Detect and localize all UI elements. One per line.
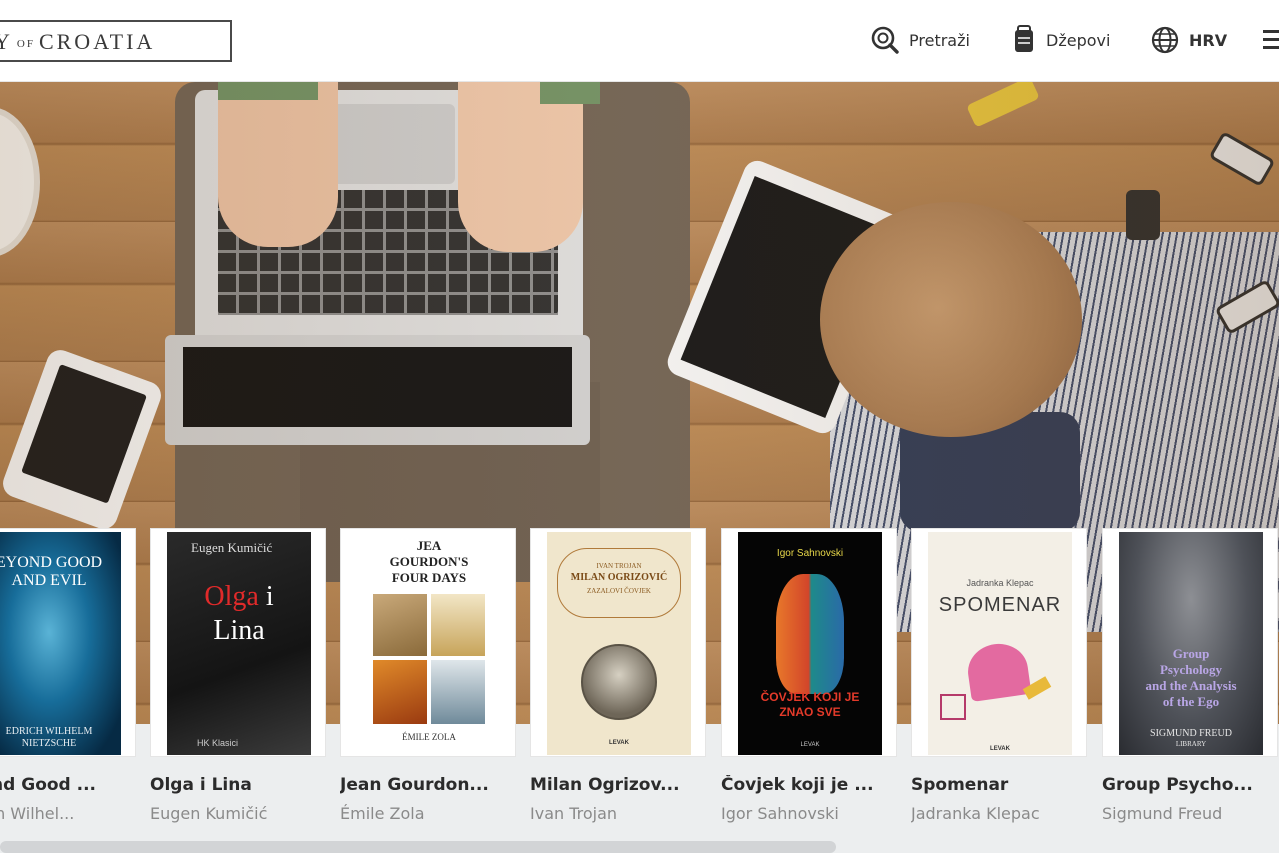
- hamburger-menu-icon[interactable]: [1263, 30, 1279, 50]
- book-author[interactable]: ...rich Wilhel...: [0, 804, 136, 823]
- globe-icon: [1151, 26, 1179, 54]
- logo-text: Y OF CROATIA: [0, 29, 156, 54]
- search-nav-button[interactable]: Pretraži: [871, 24, 970, 56]
- book-card[interactable]: Jadranka Klepac SPOMENAR LEVAK Spomenar …: [911, 528, 1087, 823]
- book-cover-card[interactable]: Group Psychology and the Analysis of the…: [1102, 528, 1278, 757]
- book-cover: Jadranka Klepac SPOMENAR LEVAK: [928, 532, 1072, 755]
- book-cover: Igor Sahnovski ČOVJEK KOJI JE ZNAO SVE L…: [738, 532, 882, 755]
- book-author[interactable]: Igor Sahnovski: [721, 804, 897, 823]
- book-author[interactable]: Eugen Kumičić: [150, 804, 326, 823]
- book-card[interactable]: Eugen Kumičić Olga i Lina HK Klasici Olg…: [150, 528, 326, 823]
- book-card[interactable]: Group Psychology and the Analysis of the…: [1102, 528, 1278, 823]
- pockets-nav-label: Džepovi: [1046, 30, 1111, 50]
- book-card[interactable]: IVAN TROJAN MILAN OGRIZOVIĆ ZAZALOVI ČOV…: [530, 528, 706, 823]
- book-title[interactable]: Jean Gourdon...: [340, 775, 516, 795]
- book-cover-card[interactable]: Eugen Kumičić Olga i Lina HK Klasici: [150, 528, 326, 757]
- search-icon: [871, 26, 899, 54]
- book-cover-card[interactable]: Igor Sahnovski ČOVJEK KOJI JE ZNAO SVE L…: [721, 528, 897, 757]
- book-cover: Eugen Kumičić Olga i Lina HK Klasici: [167, 532, 311, 755]
- book-title[interactable]: Milan Ogrizov...: [530, 775, 706, 795]
- carousel-scrollbar[interactable]: [0, 841, 836, 853]
- book-cover-card[interactable]: IVAN TROJAN MILAN OGRIZOVIĆ ZAZALOVI ČOV…: [530, 528, 706, 757]
- book-card[interactable]: JEA GOURDON'S FOUR DAYS ÉMILE ZOLA Jean …: [340, 528, 516, 823]
- book-author[interactable]: Sigmund Freud: [1102, 804, 1278, 823]
- book-author[interactable]: Émile Zola: [340, 804, 516, 823]
- book-cover-card[interactable]: JEA GOURDON'S FOUR DAYS ÉMILE ZOLA: [340, 528, 516, 757]
- book-title[interactable]: Spomenar: [911, 775, 1087, 795]
- site-logo[interactable]: Y OF CROATIA: [0, 20, 232, 62]
- book-author[interactable]: Jadranka Klepac: [911, 804, 1087, 823]
- language-label: HRV: [1189, 30, 1228, 50]
- site-header: Y OF CROATIA Pretraži Džepovi HRV: [0, 0, 1279, 82]
- book-title[interactable]: Čovjek koji je ...: [721, 775, 897, 795]
- book-cover: Group Psychology and the Analysis of the…: [1119, 532, 1263, 755]
- search-nav-label: Pretraži: [909, 30, 970, 50]
- pocket-bag-icon: [1015, 25, 1033, 52]
- book-cover-card[interactable]: Jadranka Klepac SPOMENAR LEVAK: [911, 528, 1087, 757]
- book-cover: IVAN TROJAN MILAN OGRIZOVIĆ ZAZALOVI ČOV…: [547, 532, 691, 755]
- book-title[interactable]: ...ond Good ...: [0, 775, 136, 795]
- book-card[interactable]: EYOND GOOD AND EVIL EDRICH WILHELM NIETZ…: [0, 528, 136, 823]
- book-cover: JEA GOURDON'S FOUR DAYS ÉMILE ZOLA: [357, 532, 501, 755]
- book-cover: EYOND GOOD AND EVIL EDRICH WILHELM NIETZ…: [0, 532, 121, 755]
- book-title[interactable]: Group Psycho...: [1102, 775, 1278, 795]
- language-selector[interactable]: HRV: [1151, 24, 1227, 56]
- book-title[interactable]: Olga i Lina: [150, 775, 326, 795]
- pockets-nav-button[interactable]: Džepovi: [1012, 24, 1110, 56]
- book-cover-card[interactable]: EYOND GOOD AND EVIL EDRICH WILHELM NIETZ…: [0, 528, 136, 757]
- book-author[interactable]: Ivan Trojan: [530, 804, 706, 823]
- book-card[interactable]: Igor Sahnovski ČOVJEK KOJI JE ZNAO SVE L…: [721, 528, 897, 823]
